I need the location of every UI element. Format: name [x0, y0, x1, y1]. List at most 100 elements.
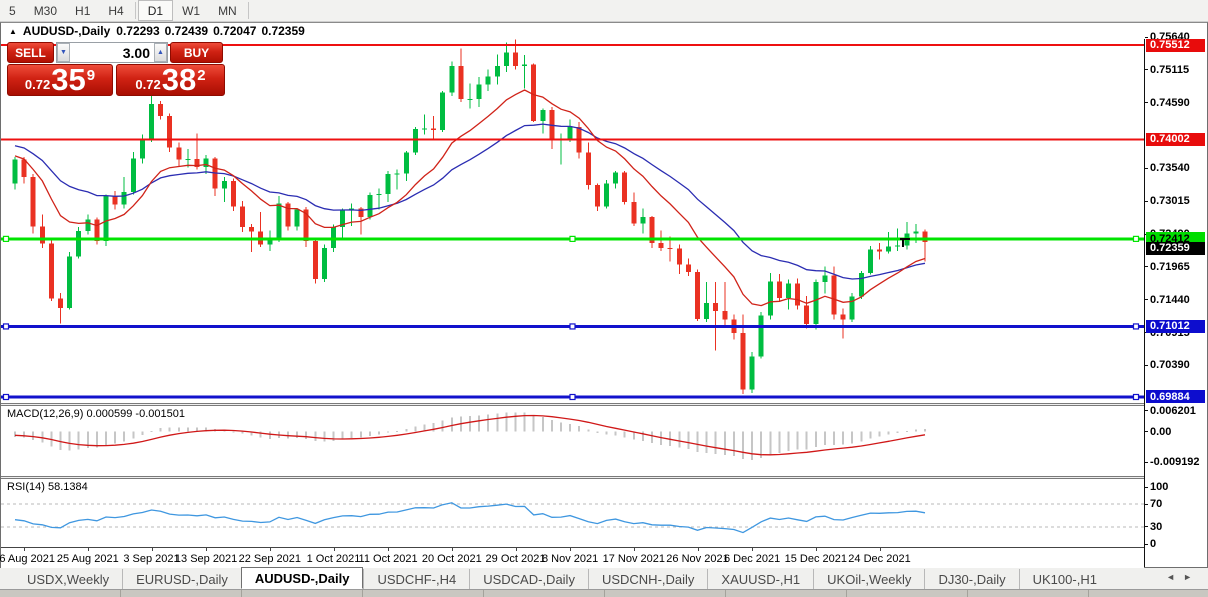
date-tick [206, 548, 207, 551]
chart-tab-xauusd-h1[interactable]: XAUUSD-,H1 [707, 569, 813, 589]
ohlc-open: 0.72293 [116, 24, 159, 38]
date-label: 25 Aug 2021 [57, 553, 119, 565]
trading-terminal: 5M30H1H4 D1W1MN ▲ AUDUSD-,Daily 0.72293 0… [0, 0, 1208, 597]
axis-tick [1145, 431, 1148, 432]
axis-tick [1145, 462, 1148, 463]
date-tick [880, 548, 881, 551]
chart-window: ▲ AUDUSD-,Daily 0.72293 0.72439 0.72047 … [0, 22, 1208, 568]
date-tick [570, 548, 571, 551]
date-label: 20 Oct 2021 [422, 553, 482, 565]
rsi-axis-label: 0 [1150, 538, 1156, 550]
date-label: 26 Nov 2021 [666, 553, 728, 565]
axis-tick [1145, 504, 1148, 505]
price-axis[interactable]: 0.756400.751150.745900.735400.730150.724… [1144, 39, 1207, 567]
axis-tick [1145, 410, 1148, 411]
timeframe-button-w1[interactable]: W1 [173, 0, 209, 21]
toolbar-separator [135, 2, 136, 19]
chart-panels: SELL ▼ ▲ BUY 0.72 35 [1, 39, 1144, 567]
axis-tick [1145, 544, 1148, 545]
tab-scroll-left-icon[interactable]: ◄ [1166, 572, 1183, 582]
macd-label: MACD(12,26,9) 0.000599 -0.001501 [7, 408, 185, 420]
timeframe-button-m30[interactable]: M30 [25, 0, 66, 21]
volume-increase-button[interactable]: ▲ [154, 43, 167, 62]
ohlc-high: 0.72439 [165, 24, 208, 38]
axis-tick [1145, 69, 1148, 70]
rsi-label: RSI(14) 58.1384 [7, 481, 88, 493]
volume-decrease-button[interactable]: ▼ [57, 43, 70, 62]
date-label: 3 Sep 2021 [123, 553, 179, 565]
date-label: 24 Dec 2021 [848, 553, 910, 565]
price-tick-label: 0.75115 [1150, 64, 1189, 76]
volume-input[interactable] [70, 43, 154, 62]
timeframe-button-mn[interactable]: MN [209, 0, 246, 21]
axis-tick [1145, 365, 1148, 366]
ohlc-low: 0.72047 [213, 24, 256, 38]
sell-price-pips: 35 [51, 66, 85, 94]
axis-tick [1145, 487, 1148, 488]
chart-symbol-title: AUDUSD-,Daily [23, 24, 110, 38]
sell-button[interactable]: SELL [7, 42, 54, 63]
date-tick [816, 548, 817, 551]
macd-indicator-panel[interactable]: MACD(12,26,9) 0.000599 -0.001501 [1, 406, 1144, 476]
bottom-strip [0, 590, 1208, 597]
chart-tab-dj30-daily[interactable]: DJ30-,Daily [924, 569, 1018, 589]
sell-price-display[interactable]: 0.72 35 9 [7, 64, 113, 96]
buy-price-pips: 38 [162, 66, 196, 94]
axis-tick [1145, 266, 1148, 267]
collapse-arrow-icon[interactable]: ▲ [9, 27, 17, 36]
timeframe-toolbar: 5M30H1H4 D1W1MN [0, 0, 1208, 22]
axis-tick [1145, 526, 1148, 527]
rsi-indicator-panel[interactable]: RSI(14) 58.1384 [1, 479, 1144, 547]
macd-axis-label: 0.006201 [1150, 405, 1196, 417]
date-axis[interactable]: 16 Aug 202125 Aug 20213 Sep 202113 Sep 2… [1, 547, 1144, 569]
date-label: 1 Oct 2021 [307, 553, 361, 565]
chart-tab-ukoil-weekly[interactable]: UKOil-,Weekly [813, 569, 924, 589]
chart-tab-audusd-daily[interactable]: AUDUSD-,Daily [241, 567, 364, 589]
date-label: 15 Dec 2021 [785, 553, 847, 565]
level-price-badge: 0.75512 [1146, 39, 1205, 52]
date-tick [698, 548, 699, 551]
chart-tab-usdx-weekly[interactable]: USDX,Weekly [14, 569, 122, 589]
date-tick [24, 548, 25, 551]
date-label: 17 Nov 2021 [603, 553, 665, 565]
level-price-badge: 0.74002 [1146, 133, 1205, 146]
rsi-axis-label: 100 [1150, 481, 1168, 493]
price-tick-label: 0.71440 [1150, 294, 1190, 306]
chart-tab-usdcad-daily[interactable]: USDCAD-,Daily [469, 569, 588, 589]
buy-price-point: 2 [197, 67, 205, 84]
date-label: 8 Nov 2021 [542, 553, 598, 565]
date-tick [388, 548, 389, 551]
macd-axis-label: -0.009192 [1150, 456, 1200, 468]
chart-tab-usdcnh-daily[interactable]: USDCNH-,Daily [588, 569, 707, 589]
buy-button[interactable]: BUY [170, 42, 223, 63]
date-label: 11 Oct 2021 [359, 553, 418, 565]
toolbar-separator [248, 2, 249, 19]
price-tick-label: 0.74590 [1150, 97, 1190, 109]
date-label: 22 Sep 2021 [239, 553, 301, 565]
one-click-trade-panel: SELL ▼ ▲ BUY 0.72 35 [7, 42, 226, 96]
buy-price-display[interactable]: 0.72 38 2 [116, 64, 225, 96]
axis-tick [1145, 168, 1148, 169]
rsi-axis-label: 30 [1150, 521, 1162, 533]
chart-titlebar[interactable]: ▲ AUDUSD-,Daily 0.72293 0.72439 0.72047 … [1, 23, 1207, 39]
date-tick [270, 548, 271, 551]
current-price-badge: 0.72359 [1146, 242, 1205, 255]
timeframe-button-h4[interactable]: H4 [99, 0, 132, 21]
axis-tick [1145, 102, 1148, 103]
sell-price-point: 9 [87, 67, 95, 84]
chart-tab-usdchf-h4[interactable]: USDCHF-,H4 [363, 569, 469, 589]
tab-scroll-right-icon[interactable]: ► [1183, 572, 1200, 582]
price-chart-panel[interactable]: SELL ▼ ▲ BUY 0.72 35 [1, 39, 1144, 403]
price-tick-label: 0.73015 [1150, 195, 1190, 207]
date-label: 16 Aug 2021 [0, 553, 55, 565]
price-tick-label: 0.71965 [1150, 261, 1190, 273]
chart-tab-uk100-h1[interactable]: UK100-,H1 [1019, 569, 1110, 589]
rsi-chart [1, 479, 1144, 547]
price-tick-label: 0.73540 [1150, 162, 1190, 174]
macd-axis-label: 0.00 [1150, 426, 1171, 438]
timeframe-button-5[interactable]: 5 [0, 0, 25, 21]
timeframe-button-h1[interactable]: H1 [66, 0, 99, 21]
timeframe-button-d1[interactable]: D1 [138, 0, 173, 21]
chart-tab-eurusd-daily[interactable]: EURUSD-,Daily [122, 569, 241, 589]
price-tick-label: 0.70390 [1150, 359, 1190, 371]
